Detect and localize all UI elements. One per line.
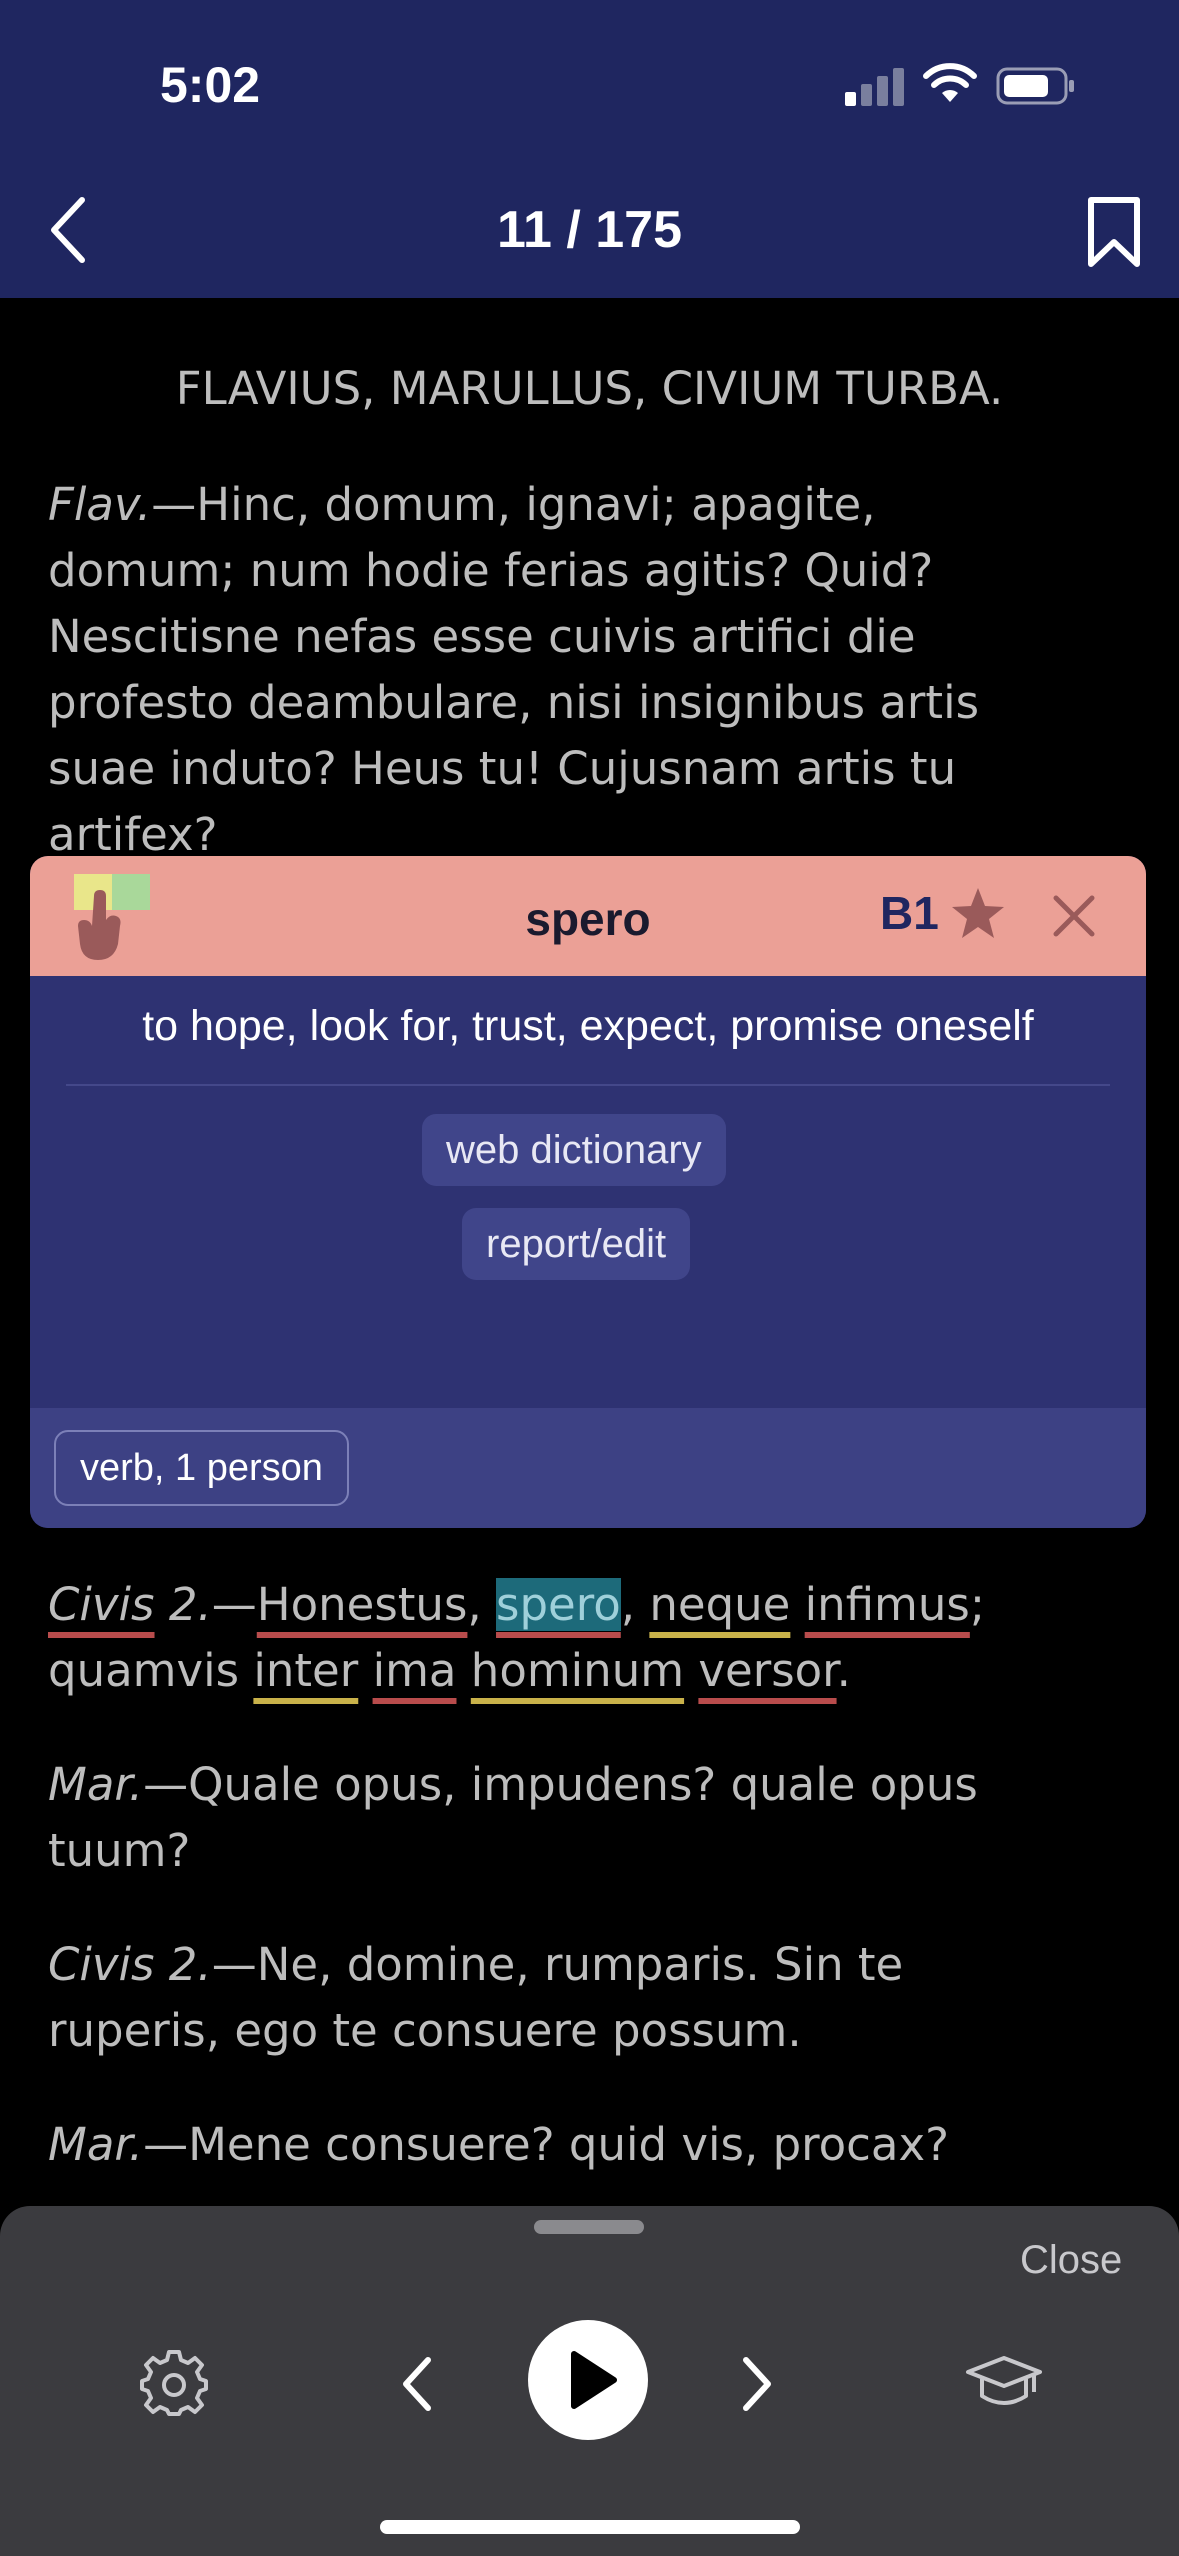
text-line: —Mene consuere? quid vis, procax? — [143, 2118, 950, 2171]
word-quamvis[interactable]: quamvis — [48, 1644, 239, 1697]
speaker-label: Civis 2. — [48, 1938, 212, 1991]
speaker-number: 2. — [168, 1578, 212, 1631]
text-line: —Quale opus, impudens? quale opus — [143, 1758, 978, 1811]
word-spero-selected[interactable]: spero — [496, 1578, 621, 1631]
close-button[interactable]: Close — [1020, 2238, 1122, 2283]
punct: , — [467, 1578, 497, 1631]
text-line: profesto deambulare, nisi insignibus art… — [48, 676, 980, 729]
gear-icon[interactable] — [140, 2348, 208, 2416]
punct: , — [620, 1578, 650, 1631]
play-button[interactable] — [528, 2320, 648, 2440]
definition-text: to hope, look for, trust, expect, promis… — [142, 1002, 1034, 1050]
speaker-label: Flav. — [48, 478, 152, 531]
dash: — — [211, 1578, 257, 1631]
word-inter[interactable]: inter — [253, 1644, 358, 1697]
word-hominum[interactable]: hominum — [471, 1644, 684, 1697]
dictionary-popup: spero B1 to hope, look for, trust, expec… — [30, 856, 1146, 1528]
paragraph-marullus: Mar.—Quale opus, impudens? quale opus tu… — [48, 1752, 1128, 1884]
popup-header: spero B1 — [30, 856, 1146, 976]
battery-icon — [996, 67, 1074, 105]
close-icon[interactable] — [1050, 892, 1098, 940]
paragraph-civis-2: Civis 2.—Honestus, spero, neque infimus;… — [48, 1572, 1128, 1704]
play-icon — [571, 2351, 617, 2409]
graduation-cap-icon[interactable] — [964, 2352, 1044, 2414]
text-line: suae induto? Heus tu! Cujusnam artis tu — [48, 742, 957, 795]
word-honestus[interactable]: Honestus — [257, 1578, 468, 1631]
divider — [66, 1084, 1110, 1086]
word-neque[interactable]: neque — [649, 1578, 790, 1631]
word-versor[interactable]: versor — [698, 1644, 836, 1697]
top-navigation-bar: 5:02 11 / 175 — [0, 0, 1179, 298]
previous-chevron-icon[interactable] — [398, 2354, 438, 2414]
text-line: Nescitisne nefas esse cuivis artifici di… — [48, 610, 916, 663]
web-dictionary-button[interactable]: web dictionary — [422, 1114, 726, 1186]
speaker-label: Mar. — [48, 1758, 144, 1811]
speaker-label[interactable]: Civis — [48, 1578, 155, 1631]
next-chevron-icon[interactable] — [736, 2354, 776, 2414]
page-counter: 11 / 175 — [496, 201, 683, 259]
punct: . — [836, 1644, 851, 1697]
paragraph-marullus-second: Mar.—Mene consuere? quid vis, procax? — [48, 2112, 1128, 2178]
text-line: —Hinc, domum, ignavi; apagite, — [151, 478, 876, 531]
part-of-speech-tag: verb, 1 person — [54, 1430, 349, 1506]
paragraph-flavius: Flav.—Hinc, domum, ignavi; apagite, domu… — [48, 472, 1128, 868]
popup-footer: verb, 1 person — [30, 1408, 1146, 1528]
punct: ; — [969, 1578, 986, 1631]
cellular-signal-icon — [845, 66, 905, 106]
drag-handle[interactable] — [534, 2220, 644, 2234]
bookmark-icon[interactable] — [1085, 196, 1143, 268]
text-line: ruperis, ego te consuere possum. — [48, 2004, 802, 2057]
bottom-player-sheet: Close — [0, 2206, 1179, 2556]
speaker-label: Mar. — [48, 2118, 144, 2171]
word-infimus[interactable]: infimus — [805, 1578, 970, 1631]
home-indicator — [380, 2520, 800, 2534]
cefr-level-badge: B1 — [880, 887, 939, 939]
word-ima[interactable]: ima — [373, 1644, 457, 1697]
text-line: —Ne, domine, rumparis. Sin te — [211, 1938, 904, 1991]
report-edit-button[interactable]: report/edit — [462, 1208, 691, 1280]
text-line: tuum? — [48, 1824, 191, 1877]
text-line: domum; num hodie ferias agitis? Quid? — [48, 544, 934, 597]
scene-heading: FLAVIUS, MARULLUS, CIVIUM TURBA. — [175, 362, 1004, 415]
star-icon[interactable] — [948, 884, 1008, 944]
paragraph-civis-2-second: Civis 2.—Ne, domine, rumparis. Sin te ru… — [48, 1932, 1128, 2064]
wifi-icon — [923, 63, 977, 102]
status-time: 5:02 — [160, 57, 261, 113]
